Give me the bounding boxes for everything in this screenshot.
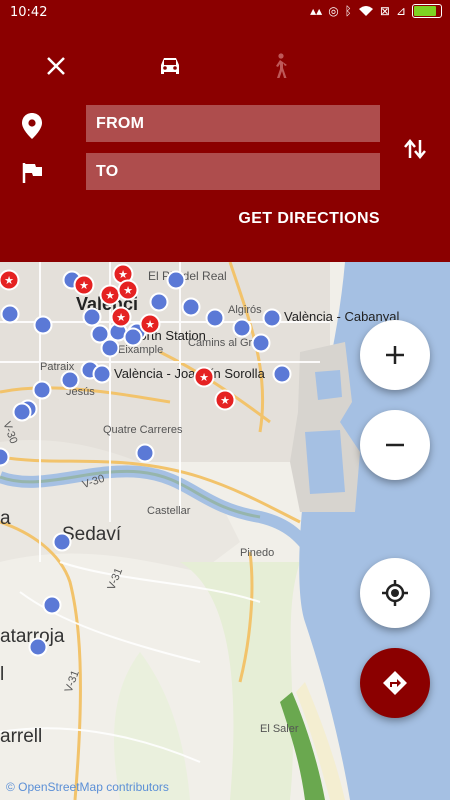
bus-stop-marker[interactable]	[33, 315, 53, 335]
bus-stop-marker[interactable]	[42, 595, 62, 615]
map-label-quatre-carreres: Quatre Carreres	[103, 424, 183, 436]
to-input[interactable]	[86, 153, 380, 190]
star-icon: ★	[116, 312, 126, 324]
map-label-pinedo: Pinedo	[240, 547, 274, 559]
bus-stop-marker[interactable]	[82, 307, 102, 327]
sim-icon: ⊠	[379, 4, 390, 18]
bus-stop-marker[interactable]	[52, 532, 72, 552]
bus-stop-marker[interactable]	[166, 270, 186, 290]
bus-stop-marker[interactable]	[272, 364, 292, 384]
map-label-pla-real: El Pla del Real	[148, 269, 227, 283]
battery-icon	[412, 4, 442, 18]
map-label-algiros: Algirós	[228, 304, 262, 316]
map-attribution[interactable]: © OpenStreetMap contributors	[6, 780, 169, 794]
directions-fab-button[interactable]	[360, 648, 430, 718]
bus-stop-marker[interactable]	[232, 318, 252, 338]
bus-stop-marker[interactable]	[92, 364, 112, 384]
map-label-joaquin-sorolla: València - Joaquín Sorolla	[114, 366, 266, 381]
bus-stop-marker[interactable]	[205, 308, 225, 328]
car-icon	[161, 58, 179, 74]
bus-stop-marker[interactable]	[135, 443, 155, 463]
bus-stop-marker[interactable]	[60, 370, 80, 390]
map-label-el-saler: El Saler	[260, 723, 299, 735]
bus-stop-marker[interactable]	[181, 297, 201, 317]
wifi-icon	[358, 6, 373, 16]
map-label-eixample: Eixample	[118, 344, 163, 356]
directions-icon	[383, 671, 407, 695]
star-icon: ★	[199, 372, 209, 384]
bus-stop-marker[interactable]	[0, 304, 20, 324]
mode-car-button[interactable]	[150, 50, 190, 82]
swap-button[interactable]	[400, 134, 430, 164]
bluetooth-icon: ᛒ	[344, 4, 352, 18]
signal-icon: ▴▴	[310, 4, 323, 18]
crosshair-icon	[382, 580, 408, 606]
bus-stop-marker[interactable]	[262, 308, 282, 328]
zoom-out-button[interactable]	[360, 410, 430, 480]
bus-stop-marker[interactable]	[123, 327, 143, 347]
minus-icon	[386, 443, 404, 447]
map-label-castellar: Castellar	[147, 505, 191, 517]
bus-stop-marker[interactable]	[251, 333, 271, 353]
star-icon: ★	[123, 285, 133, 297]
close-icon	[47, 57, 65, 75]
plus-icon	[386, 346, 404, 364]
no-signal-icon: ⊿	[395, 4, 406, 18]
star-icon: ★	[79, 280, 89, 292]
bus-stop-marker[interactable]	[32, 380, 52, 400]
bus-stop-marker[interactable]	[0, 447, 10, 467]
flag-icon	[22, 163, 42, 183]
status-icons: ▴▴ ◎ ᛒ ⊠ ⊿	[310, 4, 442, 18]
zoom-in-button[interactable]	[360, 320, 430, 390]
get-directions-button[interactable]: GET DIRECTIONS	[238, 210, 380, 228]
star-icon: ★	[4, 275, 14, 287]
bus-stop-marker[interactable]	[100, 338, 120, 358]
my-location-button[interactable]	[360, 558, 430, 628]
mode-walk-button[interactable]	[260, 50, 300, 82]
close-button[interactable]	[36, 50, 76, 82]
map-label-albal: a	[0, 508, 11, 529]
status-bar: 10:42 ▴▴ ◎ ᛒ ⊠ ⊿	[0, 0, 450, 26]
from-input[interactable]	[86, 105, 380, 142]
map-label-l: l	[0, 664, 4, 685]
swap-vertical-icon	[404, 139, 426, 159]
directions-header: GET DIRECTIONS	[0, 26, 450, 262]
star-icon: ★	[145, 319, 155, 331]
map-view[interactable]: Valènci El Pla del Real Algirós València…	[0, 262, 450, 800]
bus-stop-marker[interactable]	[12, 402, 32, 422]
walk-icon	[276, 53, 287, 78]
data-icon: ◎	[328, 4, 339, 18]
star-icon: ★	[105, 290, 115, 302]
map-label-arrell: arrell	[0, 726, 42, 747]
status-time: 10:42	[10, 5, 48, 20]
star-icon: ★	[220, 395, 230, 407]
location-pin-icon	[22, 113, 42, 139]
bus-stop-marker[interactable]	[149, 292, 169, 312]
star-icon: ★	[118, 269, 128, 281]
bus-stop-marker[interactable]	[28, 637, 48, 657]
